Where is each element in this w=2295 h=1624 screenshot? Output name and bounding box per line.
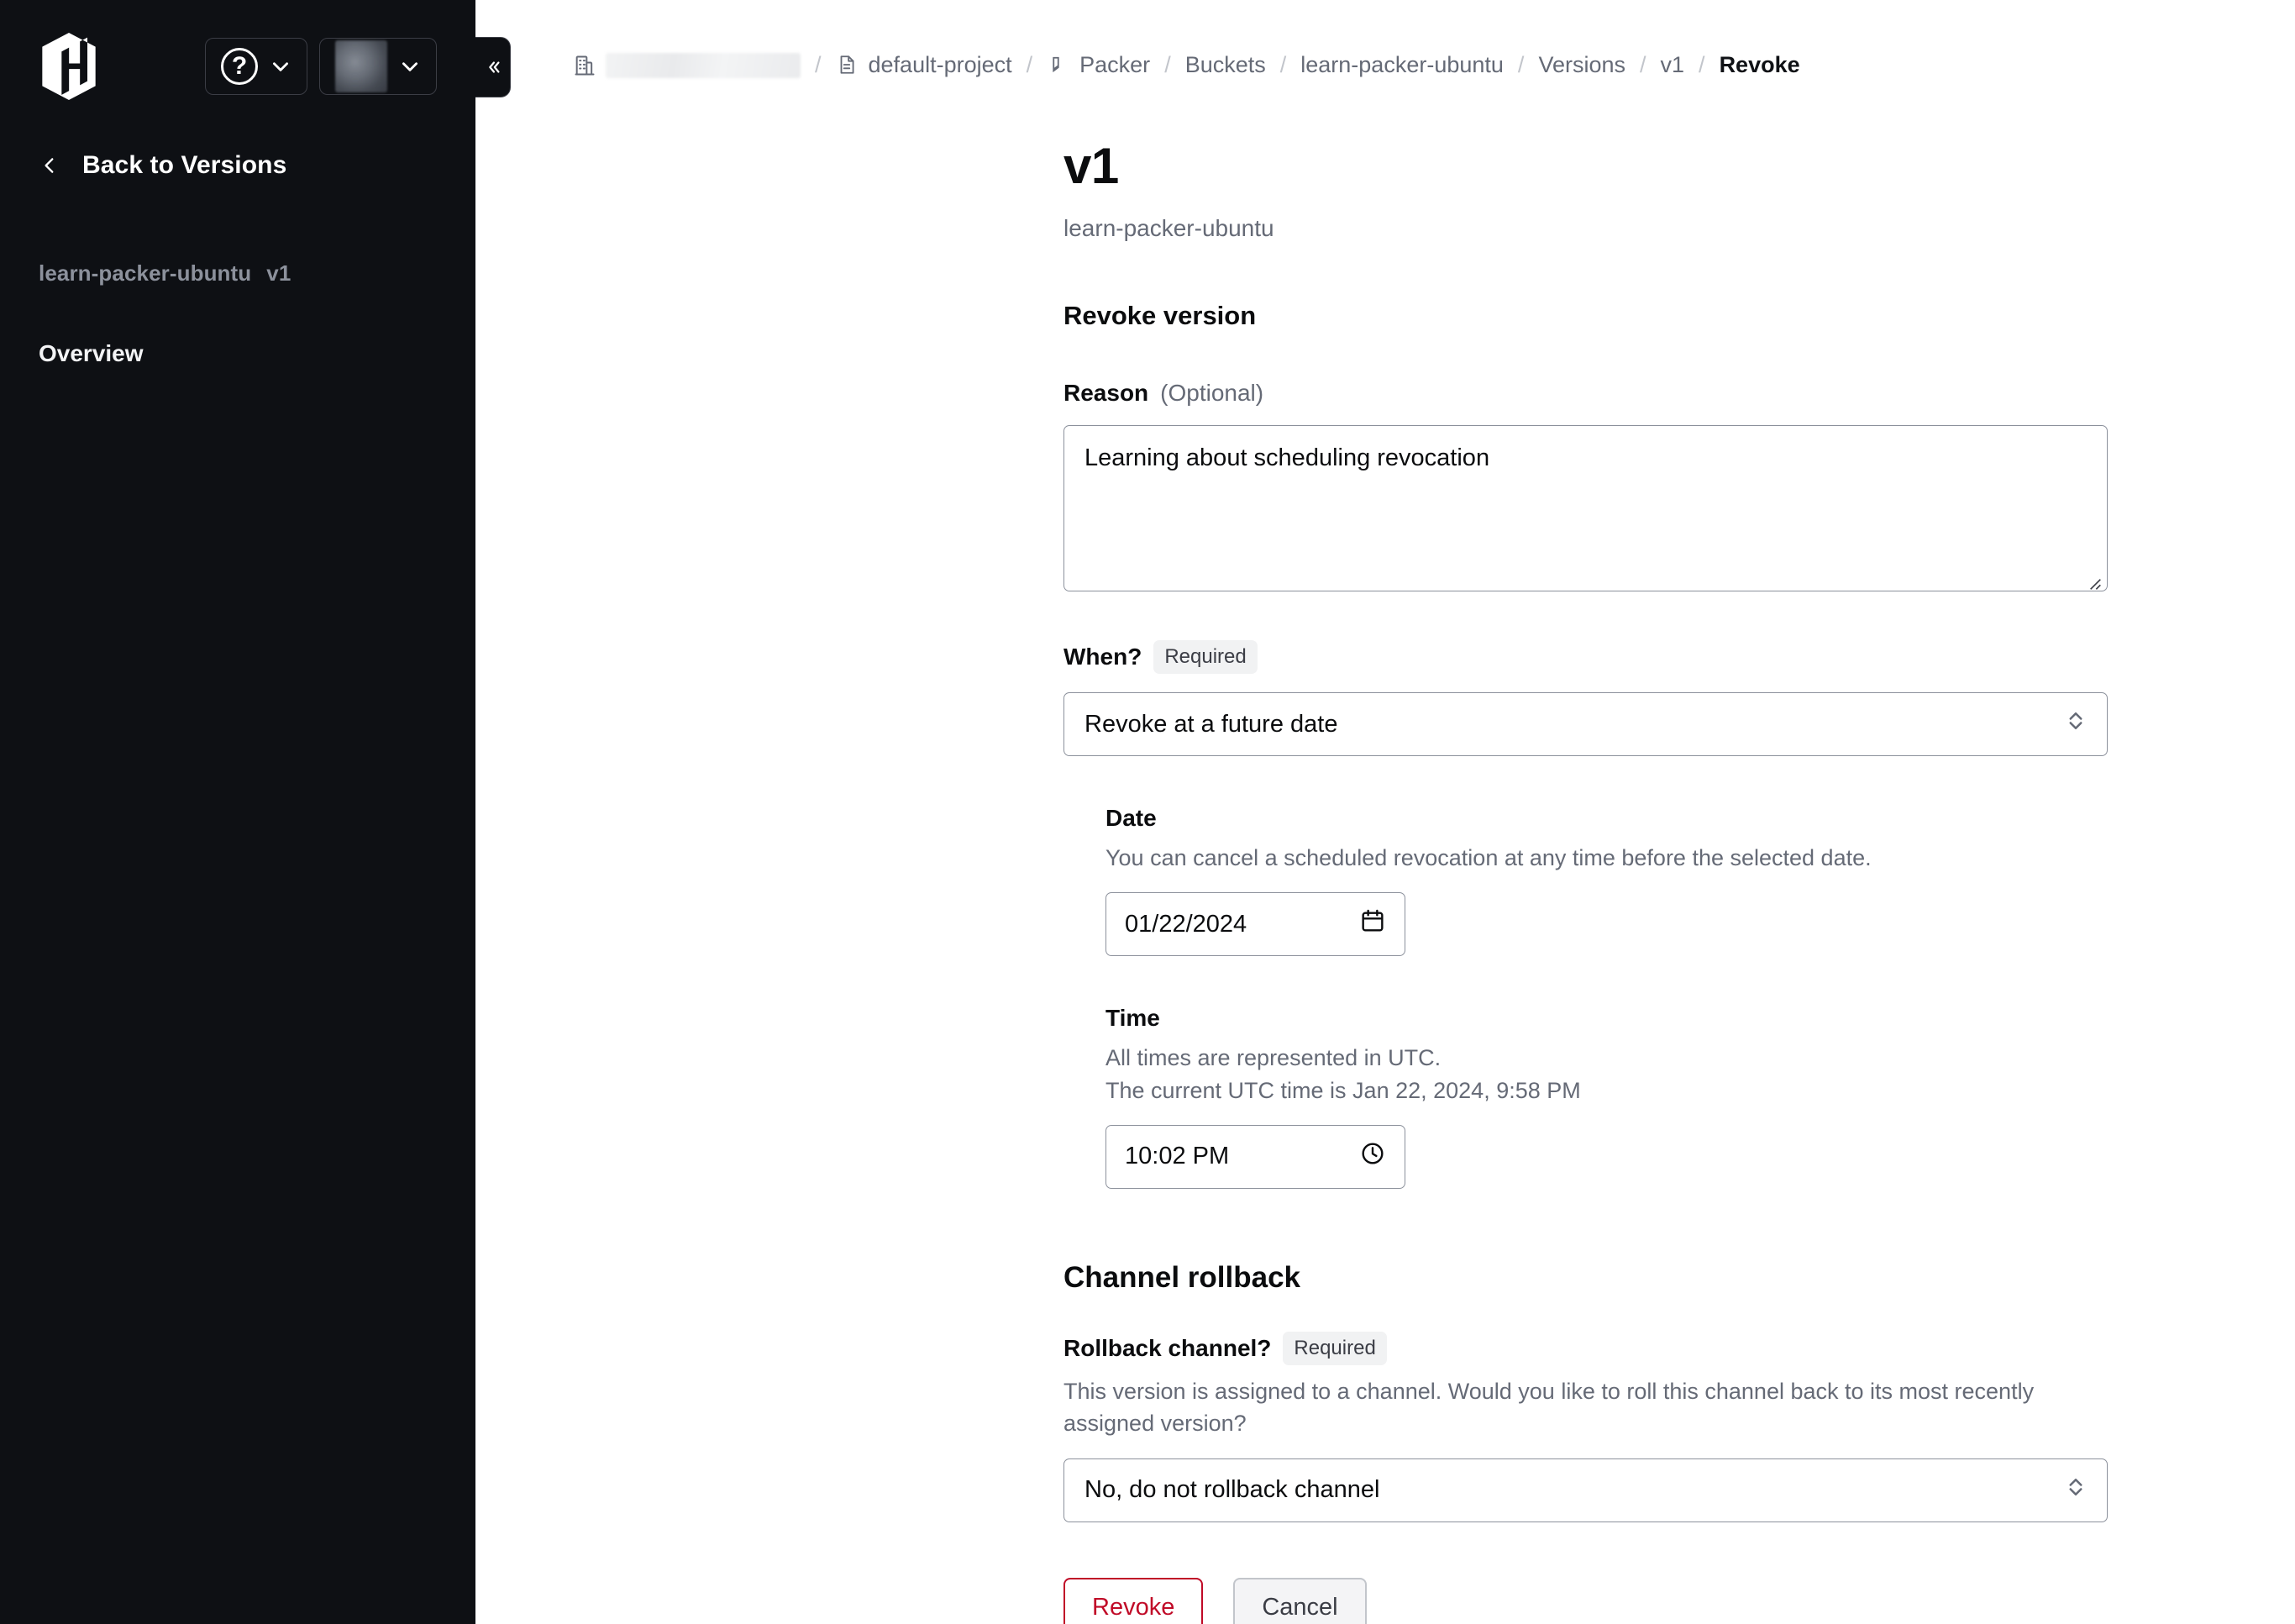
back-to-versions-link[interactable]: Back to Versions bbox=[0, 151, 475, 180]
rollback-channel-select-value: No, do not rollback channel bbox=[1084, 1476, 1380, 1504]
user-menu-button[interactable] bbox=[319, 38, 437, 95]
form-actions: Revoke Cancel bbox=[1063, 1577, 2295, 1624]
when-select[interactable]: Revoke at a future date bbox=[1063, 692, 2108, 756]
time-input[interactable]: 10:02 PM bbox=[1105, 1124, 1405, 1189]
breadcrumb-item-buckets[interactable]: Buckets bbox=[1185, 52, 1266, 78]
resize-handle-icon[interactable] bbox=[2085, 570, 2102, 590]
breadcrumb-label: Revoke bbox=[1719, 52, 1800, 77]
when-label: When? Required bbox=[1063, 640, 2295, 674]
reason-label: Reason (Optional) bbox=[1063, 380, 2295, 407]
page-title: v1 bbox=[1063, 138, 1119, 194]
rollback-channel-label-text: Rollback channel? bbox=[1063, 1334, 1272, 1361]
calendar-icon[interactable] bbox=[1359, 907, 1386, 941]
date-input-value: 01/22/2024 bbox=[1125, 910, 1247, 938]
cancel-button[interactable]: Cancel bbox=[1233, 1577, 1367, 1624]
sidebar-collapse-button[interactable] bbox=[475, 37, 511, 97]
when-label-text: When? bbox=[1063, 644, 1142, 670]
sidebar-context-label: learn-packer-ubuntu v1 bbox=[0, 260, 475, 286]
time-help-line-2: The current UTC time is Jan 22, 2024, 9:… bbox=[1105, 1077, 1581, 1103]
when-select-value: Revoke at a future date bbox=[1084, 710, 1338, 738]
hashicorp-logo-icon[interactable] bbox=[39, 33, 99, 100]
breadcrumb-label: Versions bbox=[1538, 52, 1625, 77]
app-root: ? Back to Versions learn-packer-ubuntu v… bbox=[0, 0, 2295, 1624]
reason-optional-text: (Optional) bbox=[1160, 380, 1264, 406]
org-building-icon bbox=[573, 53, 596, 78]
breadcrumb-item-versions[interactable]: Versions bbox=[1538, 52, 1625, 78]
chevron-down-icon bbox=[270, 55, 291, 77]
date-field-group: Date You can cancel a scheduled revocati… bbox=[1105, 805, 2295, 957]
chevron-up-down-icon bbox=[2063, 708, 2088, 740]
sidebar-header-actions: ? bbox=[205, 38, 437, 95]
reason-textarea[interactable]: Learning about scheduling revocation bbox=[1063, 425, 2108, 591]
rollback-channel-label: Rollback channel? Required bbox=[1063, 1331, 2295, 1365]
when-field-group: When? Required Revoke at a future date bbox=[1063, 640, 2295, 756]
main-content: / default-project / Packer / Buckets / l… bbox=[475, 0, 2295, 1624]
date-input[interactable]: 01/22/2024 bbox=[1105, 892, 1405, 957]
page-body: v1 learn-packer-ubuntu Revoke version Re… bbox=[475, 141, 2295, 1624]
sidebar: ? Back to Versions learn-packer-ubuntu v… bbox=[0, 0, 511, 1624]
breadcrumb-separator: / bbox=[1517, 52, 1525, 77]
breadcrumb-item-organization[interactable] bbox=[573, 52, 801, 78]
help-menu-button[interactable]: ? bbox=[205, 38, 307, 95]
time-label: Time bbox=[1105, 1005, 2295, 1032]
time-input-value: 10:02 PM bbox=[1125, 1143, 1230, 1170]
breadcrumb-label: Buckets bbox=[1184, 52, 1266, 77]
breadcrumb-label: v1 bbox=[1660, 52, 1685, 77]
context-version-name: v1 bbox=[266, 260, 291, 286]
breadcrumb-separator: / bbox=[815, 52, 822, 77]
date-label: Date bbox=[1105, 805, 2295, 832]
sidebar-item-label: Overview bbox=[39, 340, 144, 366]
breadcrumb-label: Packer bbox=[1079, 52, 1151, 77]
chevron-left-icon bbox=[39, 153, 60, 178]
breadcrumb: / default-project / Packer / Buckets / l… bbox=[475, 0, 2295, 78]
breadcrumb-item-revoke: Revoke bbox=[1720, 52, 1800, 78]
breadcrumb-org-redacted bbox=[606, 52, 801, 78]
date-label-text: Date bbox=[1105, 805, 1157, 831]
reason-field-group: Reason (Optional) Learning about schedul… bbox=[1063, 380, 2295, 591]
question-circle-icon: ? bbox=[221, 48, 258, 85]
avatar bbox=[335, 40, 387, 92]
rollback-channel-field-group: Rollback channel? Required This version … bbox=[1063, 1331, 2295, 1522]
rollback-channel-help-text: This version is assigned to a channel. W… bbox=[1063, 1378, 2035, 1437]
breadcrumb-separator: / bbox=[1026, 52, 1033, 77]
breadcrumb-item-learn-packer-ubuntu[interactable]: learn-packer-ubuntu bbox=[1300, 52, 1504, 78]
breadcrumb-label: default-project bbox=[868, 52, 1012, 77]
reason-label-text: Reason bbox=[1063, 380, 1149, 406]
rollback-channel-select[interactable]: No, do not rollback channel bbox=[1063, 1458, 2108, 1522]
reason-textarea-value: Learning about scheduling revocation bbox=[1084, 444, 1490, 471]
double-chevron-left-icon bbox=[488, 61, 500, 73]
breadcrumb-separator: / bbox=[1279, 52, 1287, 77]
time-help-text: All times are represented in UTC. The cu… bbox=[1105, 1042, 2105, 1106]
page-subtitle: learn-packer-ubuntu bbox=[1063, 215, 1274, 241]
chevron-down-icon bbox=[399, 55, 421, 77]
status-badge: Required bbox=[1153, 640, 1258, 674]
breadcrumb-item-v1[interactable]: v1 bbox=[1661, 52, 1685, 78]
project-doc-icon bbox=[836, 53, 859, 78]
time-field-group: Time All times are represented in UTC. T… bbox=[1105, 1005, 2295, 1189]
breadcrumb-separator: / bbox=[1164, 52, 1171, 77]
sidebar-item-overview[interactable]: Overview bbox=[0, 328, 475, 379]
date-help-text: You can cancel a scheduled revocation at… bbox=[1105, 845, 1872, 870]
time-help-line-1: All times are represented in UTC. bbox=[1105, 1045, 1442, 1071]
channel-rollback-heading: Channel rollback bbox=[1063, 1260, 1301, 1294]
breadcrumb-label: learn-packer-ubuntu bbox=[1300, 52, 1504, 77]
breadcrumb-item-default-project[interactable]: default-project bbox=[836, 52, 1012, 78]
clock-icon[interactable] bbox=[1359, 1140, 1386, 1174]
sidebar-header: ? bbox=[0, 0, 475, 133]
chevron-up-down-icon bbox=[2063, 1474, 2088, 1506]
revoke-button[interactable]: Revoke bbox=[1063, 1577, 1204, 1624]
breadcrumb-item-packer[interactable]: Packer bbox=[1047, 52, 1150, 78]
time-label-text: Time bbox=[1105, 1005, 1160, 1032]
context-bucket-name: learn-packer-ubuntu bbox=[39, 260, 252, 286]
revoke-version-heading: Revoke version bbox=[1063, 301, 1257, 330]
back-link-label: Back to Versions bbox=[82, 151, 287, 179]
breadcrumb-separator: / bbox=[1640, 52, 1646, 77]
breadcrumb-separator: / bbox=[1699, 52, 1705, 77]
sidebar-nav: Overview bbox=[0, 328, 475, 379]
status-badge: Required bbox=[1283, 1331, 1387, 1365]
packer-icon bbox=[1047, 53, 1070, 78]
